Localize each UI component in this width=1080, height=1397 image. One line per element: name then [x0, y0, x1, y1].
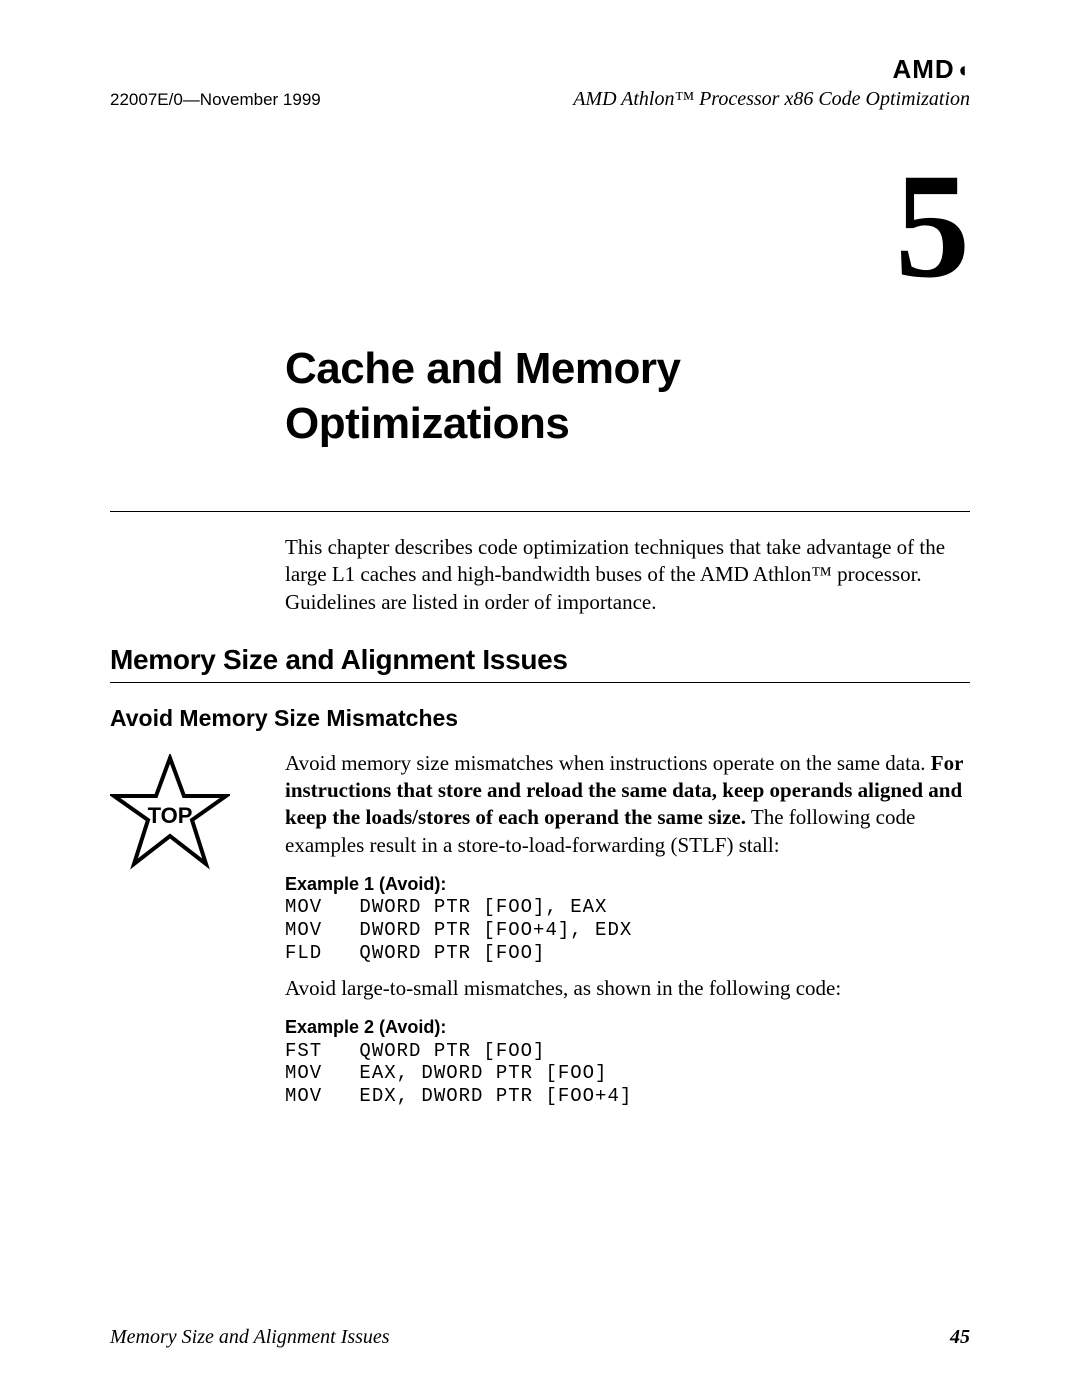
page: AMD 22007E/0—November 1999 AMD Athlon™ P…: [0, 0, 1080, 1397]
margin-icon-col: TOP: [110, 750, 265, 1118]
header-row: 22007E/0—November 1999 AMD Athlon™ Proce…: [110, 88, 970, 111]
chapter-intro: This chapter describes code optimization…: [285, 534, 970, 616]
subsection-heading: Avoid Memory Size Mismatches: [110, 705, 970, 732]
code-block: FST QWORD PTR [FOO] MOV EAX, DWORD PTR […: [285, 1040, 970, 1108]
chapter-title: Cache and Memory Optimizations: [285, 341, 970, 451]
page-number: 45: [950, 1326, 970, 1349]
top-star-icon: TOP: [110, 754, 230, 874]
amd-logo: AMD: [892, 54, 970, 85]
chapter-title-line2: Optimizations: [285, 399, 569, 448]
body-text: Avoid memory size mismatches when instru…: [285, 750, 970, 1118]
divider: [110, 682, 970, 683]
chapter-number: 5: [110, 151, 970, 301]
paragraph: Avoid large-to-small mismatches, as show…: [285, 975, 970, 1002]
chapter-title-line1: Cache and Memory: [285, 344, 680, 393]
footer-section: Memory Size and Alignment Issues: [110, 1326, 390, 1349]
paragraph: Avoid memory size mismatches when instru…: [285, 750, 970, 859]
code-block: MOV DWORD PTR [FOO], EAX MOV DWORD PTR […: [285, 896, 970, 964]
para-text: Avoid memory size mismatches when instru…: [285, 751, 931, 775]
star-label: TOP: [148, 803, 193, 828]
body-row: TOP Avoid memory size mismatches when in…: [110, 750, 970, 1118]
section-heading: Memory Size and Alignment Issues: [110, 644, 970, 676]
example-label: Example 2 (Avoid):: [285, 1016, 970, 1039]
example-label: Example 1 (Avoid):: [285, 873, 970, 896]
doc-id: 22007E/0—November 1999: [110, 90, 321, 110]
footer: Memory Size and Alignment Issues 45: [110, 1326, 970, 1349]
doc-title: AMD Athlon™ Processor x86 Code Optimizat…: [573, 88, 970, 111]
divider: [110, 511, 970, 512]
